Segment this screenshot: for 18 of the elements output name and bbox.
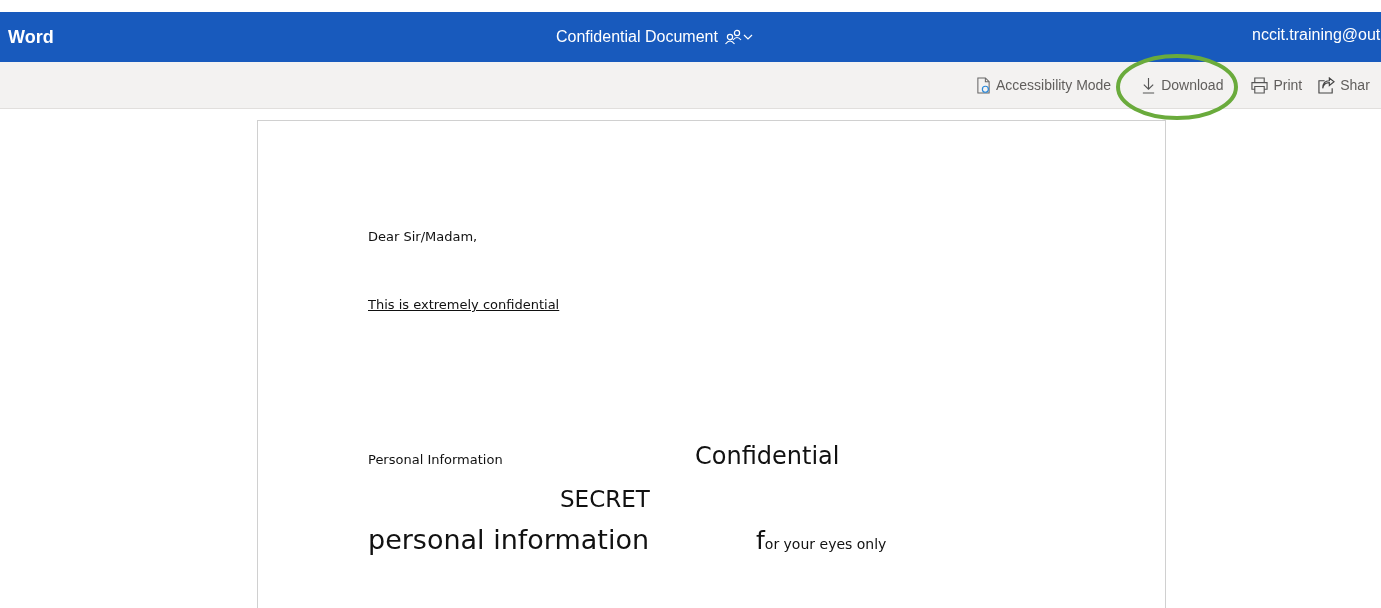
people-caret-icon[interactable] — [723, 29, 754, 45]
account-name[interactable]: nccit.training@out — [1252, 26, 1381, 44]
print-button[interactable]: Print — [1247, 74, 1307, 96]
heading-text: Personal Information — [368, 452, 504, 467]
greeting-text: Dear Sir/Madam, — [368, 229, 479, 244]
underlined-text: This is extremely confidential — [368, 297, 561, 312]
app-name: Word — [8, 26, 54, 48]
document-icon — [976, 76, 991, 94]
body-text: for your eyes only — [756, 526, 887, 555]
share-button[interactable]: Shar — [1314, 74, 1374, 96]
download-icon — [1141, 76, 1157, 94]
heading-text: Confidential — [695, 442, 840, 470]
accessibility-mode-button[interactable]: Accessibility Mode — [972, 74, 1116, 96]
heading-text: SECRET — [560, 486, 651, 512]
share-icon — [1318, 76, 1336, 94]
document-title[interactable]: Confidential Document — [556, 28, 718, 46]
printer-icon — [1251, 76, 1269, 94]
heading-text: personal information — [368, 524, 650, 555]
